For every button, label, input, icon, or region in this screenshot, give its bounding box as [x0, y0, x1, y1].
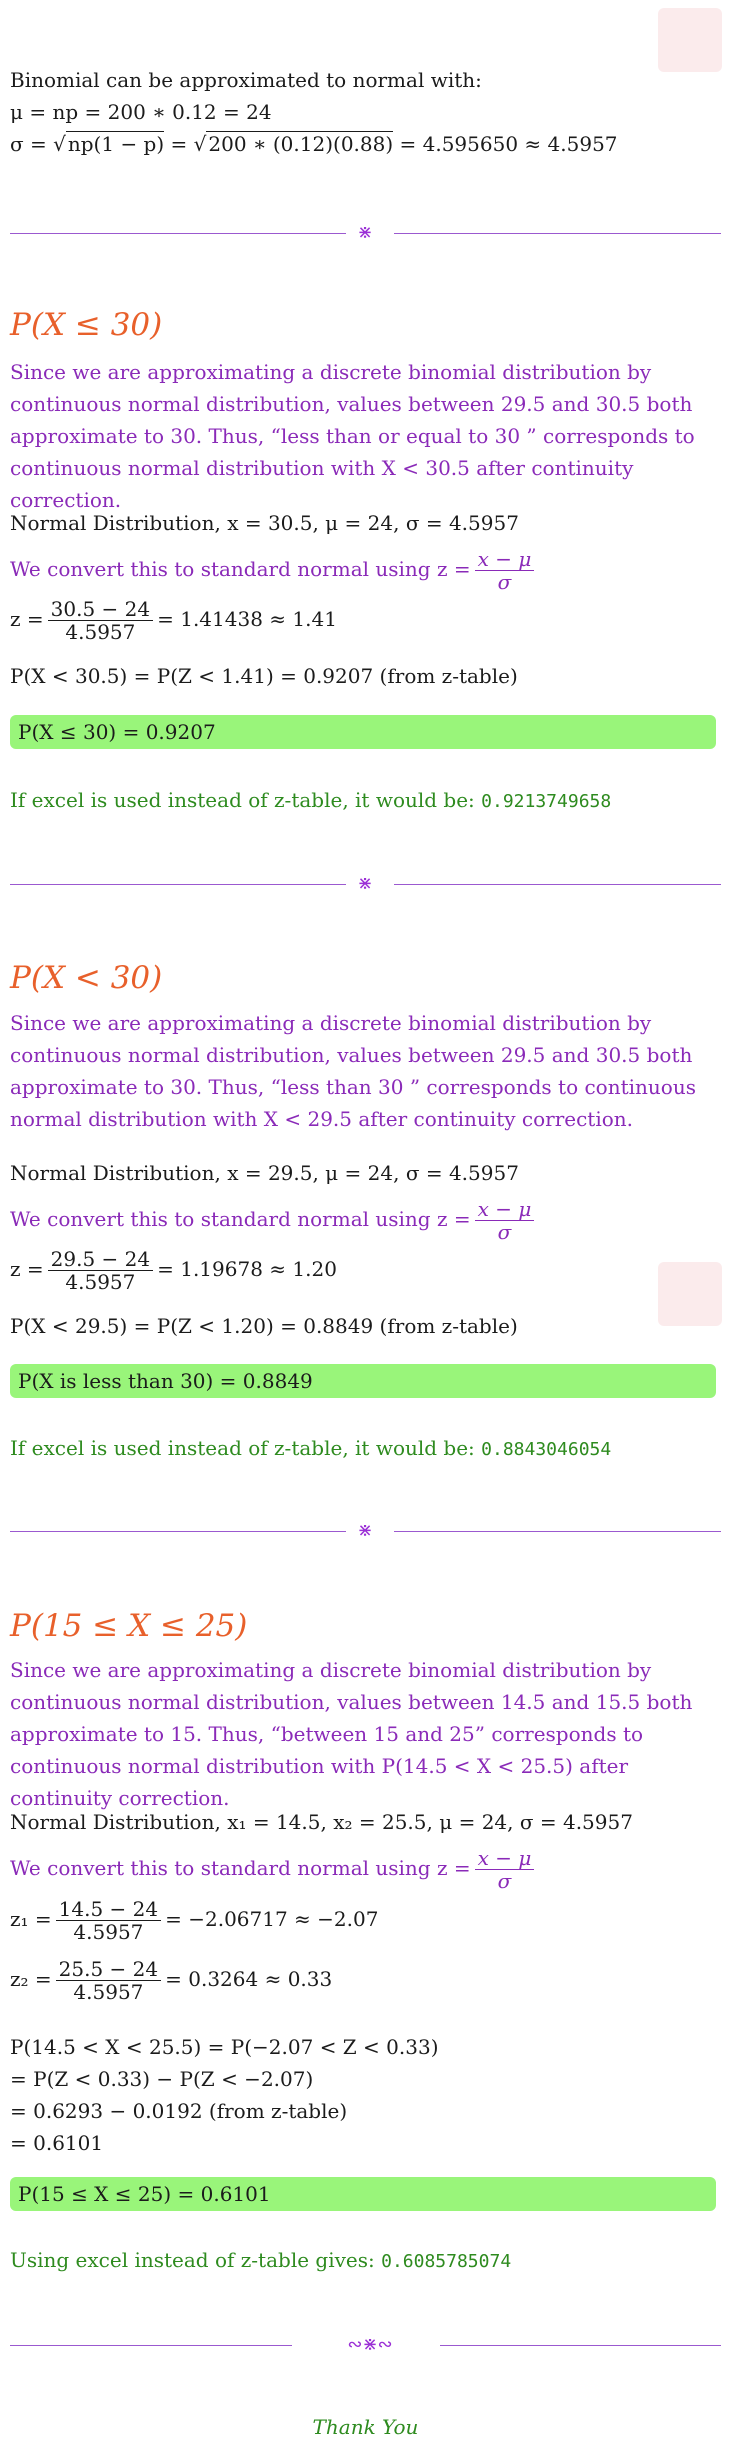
probability-calc-line: = 0.6293 − 0.0192 (from z-table)	[10, 2099, 348, 2123]
convert-statement: We convert this to standard normal using…	[10, 1847, 721, 1892]
probability-calc-line: = P(Z < 0.33) − P(Z < −2.07)	[10, 2067, 314, 2091]
section-divider: ⋇	[10, 873, 721, 897]
convert-statement: We convert this to standard normal using…	[10, 548, 721, 593]
normal-distribution-params: Normal Distribution, x₁ = 14.5, x₂ = 25.…	[10, 1810, 633, 1834]
convert-statement: We convert this to standard normal using…	[10, 1198, 721, 1243]
probability-calc-line: P(14.5 < X < 25.5) = P(−2.07 < Z < 0.33)	[10, 2035, 439, 2059]
normal-distribution-params: Normal Distribution, x = 30.5, μ = 24, σ…	[10, 511, 519, 535]
solution-page: Binomial can be approximated to normal w…	[0, 0, 731, 2452]
intro-line: Binomial can be approximated to normal w…	[10, 68, 482, 92]
z1-score-calc: z₁ = 14.5 − 24 4.5957 = −2.06717 ≈ −2.07	[10, 1897, 379, 1944]
section-divider: ⋇	[10, 1520, 721, 1544]
z-score-calc: z = 30.5 − 24 4.5957 = 1.41438 ≈ 1.41	[10, 597, 337, 644]
probability-calc: P(X < 30.5) = P(Z < 1.41) = 0.9207 (from…	[10, 664, 518, 688]
explanation: Since we are approximating a discrete bi…	[10, 360, 695, 512]
section-heading: P(15 ≤ X ≤ 25)	[10, 1608, 248, 1644]
probability-calc: P(X < 29.5) = P(Z < 1.20) = 0.8849 (from…	[10, 1314, 518, 1338]
z-score-calc: z = 29.5 − 24 4.5957 = 1.19678 ≈ 1.20	[10, 1247, 337, 1294]
answer-box: P(15 ≤ X ≤ 25) = 0.6101	[10, 2177, 716, 2211]
excel-note: Using excel instead of z-table gives: 0.…	[10, 2248, 512, 2272]
explanation: Since we are approximating a discrete bi…	[10, 1658, 693, 1810]
ornament-icon: ⋇	[357, 1520, 373, 1541]
mu-formula: μ = np = 200 ∗ 0.12 = 24	[10, 100, 272, 124]
excel-note: If excel is used instead of z-table, it …	[10, 788, 612, 812]
sigma-formula: σ = √ np(1 − p) = √ 200 ∗ (0.12)(0.88) = 4…	[10, 131, 618, 156]
section-heading: P(X < 30)	[10, 960, 163, 996]
ornament-icon: ⋇	[357, 873, 373, 894]
thank-you-note: Thank You	[312, 2415, 419, 2439]
watermark-logo-top	[658, 8, 722, 72]
probability-calc-line: = 0.6101	[10, 2131, 104, 2155]
answer-box: P(X is less than 30) = 0.8849	[10, 1364, 716, 1398]
normal-distribution-params: Normal Distribution, x = 29.5, μ = 24, σ…	[10, 1161, 519, 1185]
ornament-icon: ⋇	[357, 222, 373, 243]
final-divider: ∾⋇∾	[10, 2334, 721, 2358]
section-divider: ⋇	[10, 222, 721, 246]
z2-score-calc: z₂ = 25.5 − 24 4.5957 = 0.3264 ≈ 0.33	[10, 1957, 333, 2004]
answer-box: P(X ≤ 30) = 0.9207	[10, 715, 716, 749]
excel-note: If excel is used instead of z-table, it …	[10, 1436, 612, 1460]
explanation: Since we are approximating a discrete bi…	[10, 1011, 696, 1131]
section-heading: P(X ≤ 30)	[10, 307, 163, 343]
ornament-icon: ∾⋇∾	[347, 2334, 393, 2355]
